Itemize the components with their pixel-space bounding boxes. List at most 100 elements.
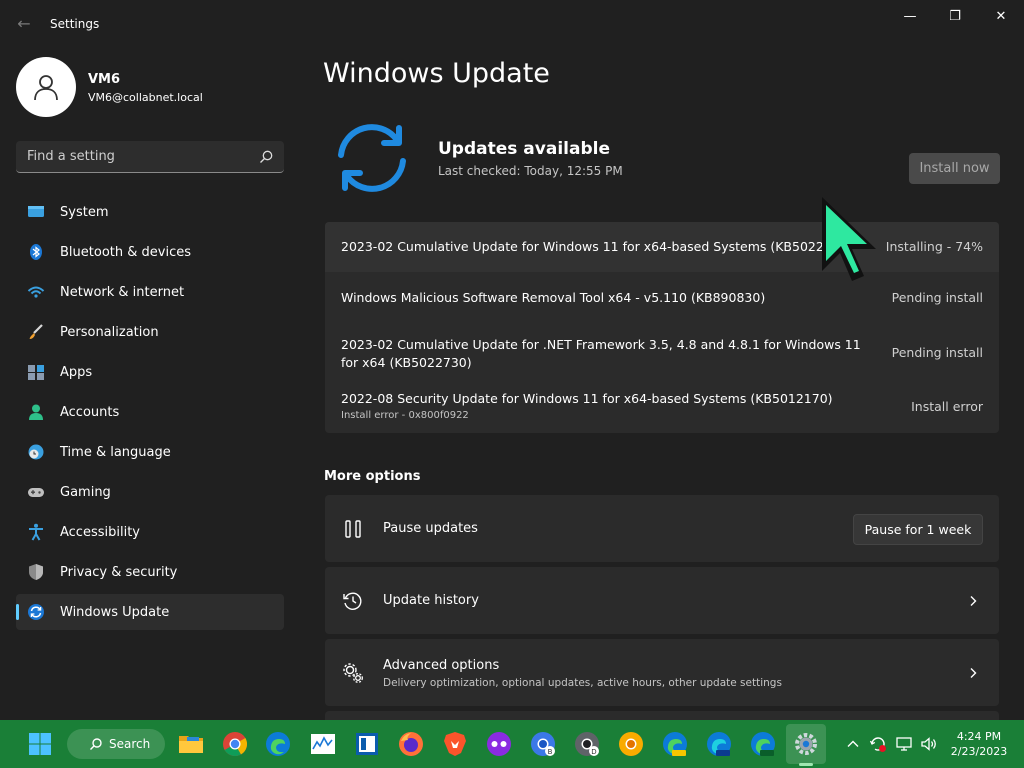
- install-now-button[interactable]: Install now: [909, 153, 1000, 184]
- update-row: Windows Malicious Software Removal Tool …: [325, 272, 999, 324]
- windows-start-icon[interactable]: [24, 728, 56, 760]
- volume-icon[interactable]: [919, 734, 939, 754]
- update-name: 2023-02 Cumulative Update for Windows 11…: [341, 239, 841, 254]
- update-name: 2022-08 Security Update for Windows 11 f…: [341, 391, 833, 406]
- gears-icon: [342, 662, 364, 684]
- update-status: Pending install: [891, 290, 983, 305]
- update-name: 2023-02 Cumulative Update for .NET Frame…: [341, 337, 861, 370]
- update-status-title: Updates available: [438, 139, 610, 159]
- sidebar-item-accessibility[interactable]: Accessibility: [16, 514, 284, 550]
- sidebar-item-label: System: [60, 204, 109, 220]
- brush-icon: [27, 323, 45, 341]
- search-icon: [260, 150, 273, 163]
- user-name: VM6: [88, 72, 121, 87]
- chrome-beta-icon[interactable]: B: [527, 728, 559, 760]
- firefox-icon[interactable]: [395, 728, 427, 760]
- edge-icon[interactable]: [262, 728, 294, 760]
- edge-beta-icon[interactable]: [703, 728, 735, 760]
- paint-icon[interactable]: [351, 728, 383, 760]
- gamepad-icon: [27, 483, 45, 501]
- brave-icon[interactable]: [439, 728, 471, 760]
- window-title: Settings: [50, 17, 100, 31]
- search-icon: [90, 738, 102, 750]
- more-options-heading: More options: [324, 469, 421, 484]
- svg-text:B: B: [548, 748, 553, 756]
- windows-update-icon: [27, 603, 45, 621]
- chevron-right-icon: [970, 668, 977, 678]
- update-restart-icon[interactable]: [868, 734, 888, 754]
- chrome-canary-icon[interactable]: [615, 728, 647, 760]
- pause-updates-label: Pause updates: [383, 521, 478, 536]
- update-status: Install error: [911, 399, 983, 414]
- sidebar-item-network[interactable]: Network & internet: [16, 274, 284, 310]
- sidebar-item-label: Apps: [60, 364, 93, 380]
- sidebar-item-windows-update[interactable]: Windows Update: [16, 594, 284, 630]
- apps-icon: [27, 363, 45, 381]
- resource-monitor-icon[interactable]: [307, 728, 339, 760]
- edge-dev-icon[interactable]: [747, 728, 779, 760]
- sidebar-item-label: Bluetooth & devices: [60, 244, 191, 260]
- update-row: 2023-02 Cumulative Update for .NET Frame…: [325, 324, 999, 382]
- sidebar-item-bluetooth[interactable]: Bluetooth & devices: [16, 234, 284, 270]
- advanced-options-description: Delivery optimization, optional updates,…: [383, 677, 782, 689]
- title-bar: ← Settings — ❐ ✕: [0, 0, 1024, 48]
- sidebar-item-personalization[interactable]: Personalization: [16, 314, 284, 350]
- person-icon: [34, 75, 58, 101]
- back-arrow-icon[interactable]: ←: [14, 14, 34, 34]
- network-icon[interactable]: [895, 734, 915, 754]
- sidebar-item-label: Accounts: [60, 404, 120, 420]
- update-status: Installing - 74%: [885, 239, 983, 254]
- accessibility-icon: [27, 523, 45, 541]
- sync-icon: [338, 124, 406, 192]
- sidebar-item-privacy-security[interactable]: Privacy & security: [16, 554, 284, 590]
- update-status: Pending install: [891, 345, 983, 360]
- clock-date: 2/23/2023: [950, 745, 1008, 758]
- sidebar-item-label: Network & internet: [60, 284, 185, 300]
- svg-text:D: D: [591, 748, 596, 756]
- system-clock[interactable]: 4:24 PM 2/23/2023: [944, 729, 1014, 759]
- sidebar-item-system[interactable]: System: [16, 194, 284, 230]
- search-input[interactable]: Find a setting: [16, 141, 284, 173]
- sidebar-item-label: Gaming: [60, 484, 111, 500]
- page-title: Windows Update: [323, 58, 550, 89]
- user-email: VM6@collabnet.local: [88, 91, 203, 104]
- chrome-icon[interactable]: [219, 728, 251, 760]
- private-browser-icon[interactable]: [483, 728, 515, 760]
- sidebar-item-apps[interactable]: Apps: [16, 354, 284, 390]
- taskbar: Search B D 4:24 PM 2/23/2023: [0, 720, 1024, 768]
- clock-time: 4:24 PM: [956, 730, 1002, 743]
- update-history-label: Update history: [383, 593, 479, 608]
- update-history-card[interactable]: Update history: [325, 567, 999, 634]
- advanced-options-card[interactable]: Advanced options Delivery optimization, …: [325, 639, 999, 706]
- sidebar-nav: System Bluetooth & devices Network & int…: [16, 194, 284, 634]
- sidebar-item-time-language[interactable]: Time & language: [16, 434, 284, 470]
- taskbar-search-label: Search: [109, 737, 151, 751]
- chrome-dev-icon[interactable]: D: [571, 728, 603, 760]
- sidebar-item-label: Windows Update: [60, 604, 170, 620]
- sidebar-item-accounts[interactable]: Accounts: [16, 394, 284, 430]
- chevron-up-icon[interactable]: [843, 734, 863, 754]
- pause-for-1-week-button[interactable]: Pause for 1 week: [853, 514, 983, 545]
- last-checked-text: Last checked: Today, 12:55 PM: [438, 164, 623, 178]
- taskbar-search-button[interactable]: Search: [67, 729, 165, 759]
- sidebar-item-gaming[interactable]: Gaming: [16, 474, 284, 510]
- next-card-edge: [325, 711, 999, 720]
- settings-icon[interactable]: [790, 728, 822, 760]
- active-app-indicator: [799, 763, 813, 766]
- monitor-icon: [27, 203, 45, 221]
- avatar[interactable]: [16, 57, 76, 117]
- sidebar-item-label: Personalization: [60, 324, 159, 340]
- update-row: 2023-02 Cumulative Update for Windows 11…: [325, 222, 999, 272]
- close-button[interactable]: ✕: [978, 6, 1024, 28]
- minimize-button[interactable]: —: [887, 6, 933, 28]
- search-placeholder: Find a setting: [27, 149, 115, 164]
- sidebar-item-label: Privacy & security: [60, 564, 178, 580]
- update-row: 2022-08 Security Update for Windows 11 f…: [325, 382, 999, 433]
- restore-button[interactable]: ❐: [932, 6, 978, 28]
- edge-canary-icon[interactable]: [659, 728, 691, 760]
- file-explorer-icon[interactable]: [175, 728, 207, 760]
- shield-icon: [27, 563, 45, 581]
- update-name: Windows Malicious Software Removal Tool …: [341, 290, 766, 305]
- advanced-options-label: Advanced options: [383, 658, 500, 673]
- pause-updates-card: Pause updates Pause for 1 week: [325, 495, 999, 562]
